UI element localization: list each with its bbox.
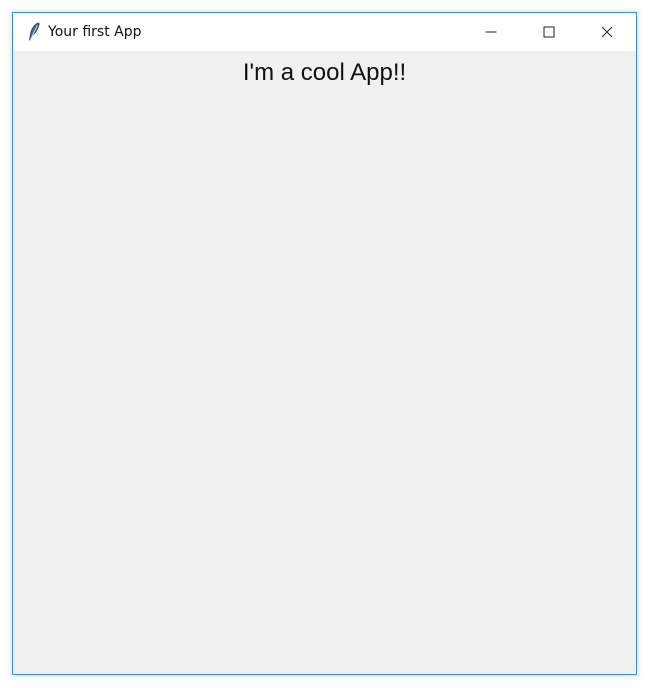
window-title: Your first App <box>48 24 142 40</box>
title-bar[interactable]: Your first App <box>13 13 636 51</box>
close-button[interactable] <box>578 13 636 51</box>
window-controls <box>462 13 636 51</box>
main-content: I'm a cool App!! <box>13 51 636 674</box>
app-window: Your first App I'm a cool App!! <box>12 12 637 675</box>
maximize-icon <box>543 23 555 42</box>
close-icon <box>601 23 613 42</box>
main-heading: I'm a cool App!! <box>242 59 407 86</box>
minimize-icon <box>485 23 497 42</box>
feather-icon <box>26 22 42 42</box>
minimize-button[interactable] <box>462 13 520 51</box>
maximize-button[interactable] <box>520 13 578 51</box>
